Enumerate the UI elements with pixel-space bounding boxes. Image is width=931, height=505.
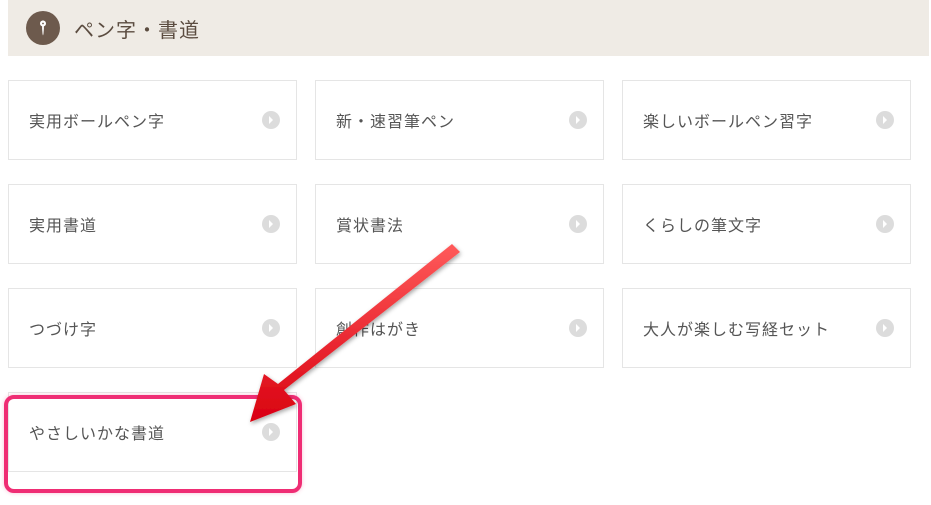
category-header: ペン字・書道 — [8, 0, 929, 56]
course-card[interactable]: 実用書道 — [8, 184, 297, 264]
chevron-right-icon — [876, 111, 894, 129]
course-label: やさしいかな書道 — [29, 420, 165, 444]
course-card[interactable]: つづけ字 — [8, 288, 297, 368]
course-label: 大人が楽しむ写経セット — [643, 316, 830, 340]
chevron-right-icon — [262, 319, 280, 337]
course-card[interactable]: くらしの筆文字 — [622, 184, 911, 264]
chevron-right-icon — [876, 215, 894, 233]
chevron-right-icon — [262, 423, 280, 441]
course-label: 実用書道 — [29, 212, 97, 236]
course-card[interactable]: 実用ボールペン字 — [8, 80, 297, 160]
chevron-right-icon — [262, 215, 280, 233]
chevron-right-icon — [569, 111, 587, 129]
course-grid: 実用ボールペン字 新・速習筆ペン 楽しいボールペン習字 実用書道 賞状書法 くら… — [0, 56, 931, 472]
course-card[interactable]: 創作はがき — [315, 288, 604, 368]
category-title: ペン字・書道 — [74, 14, 200, 43]
chevron-right-icon — [569, 215, 587, 233]
course-card[interactable]: 大人が楽しむ写経セット — [622, 288, 911, 368]
course-label: つづけ字 — [29, 316, 97, 340]
course-label: 賞状書法 — [336, 212, 404, 236]
course-label: 新・速習筆ペン — [336, 108, 455, 132]
course-card[interactable]: 楽しいボールペン習字 — [622, 80, 911, 160]
chevron-right-icon — [876, 319, 894, 337]
course-label: 楽しいボールペン習字 — [643, 108, 813, 132]
course-label: 実用ボールペン字 — [29, 108, 165, 132]
chevron-right-icon — [569, 319, 587, 337]
course-card[interactable]: 賞状書法 — [315, 184, 604, 264]
course-card[interactable]: 新・速習筆ペン — [315, 80, 604, 160]
course-label: くらしの筆文字 — [643, 212, 762, 236]
course-card[interactable]: やさしいかな書道 — [8, 392, 297, 472]
course-label: 創作はがき — [336, 316, 421, 340]
chevron-right-icon — [262, 111, 280, 129]
pen-nib-icon — [26, 11, 60, 45]
